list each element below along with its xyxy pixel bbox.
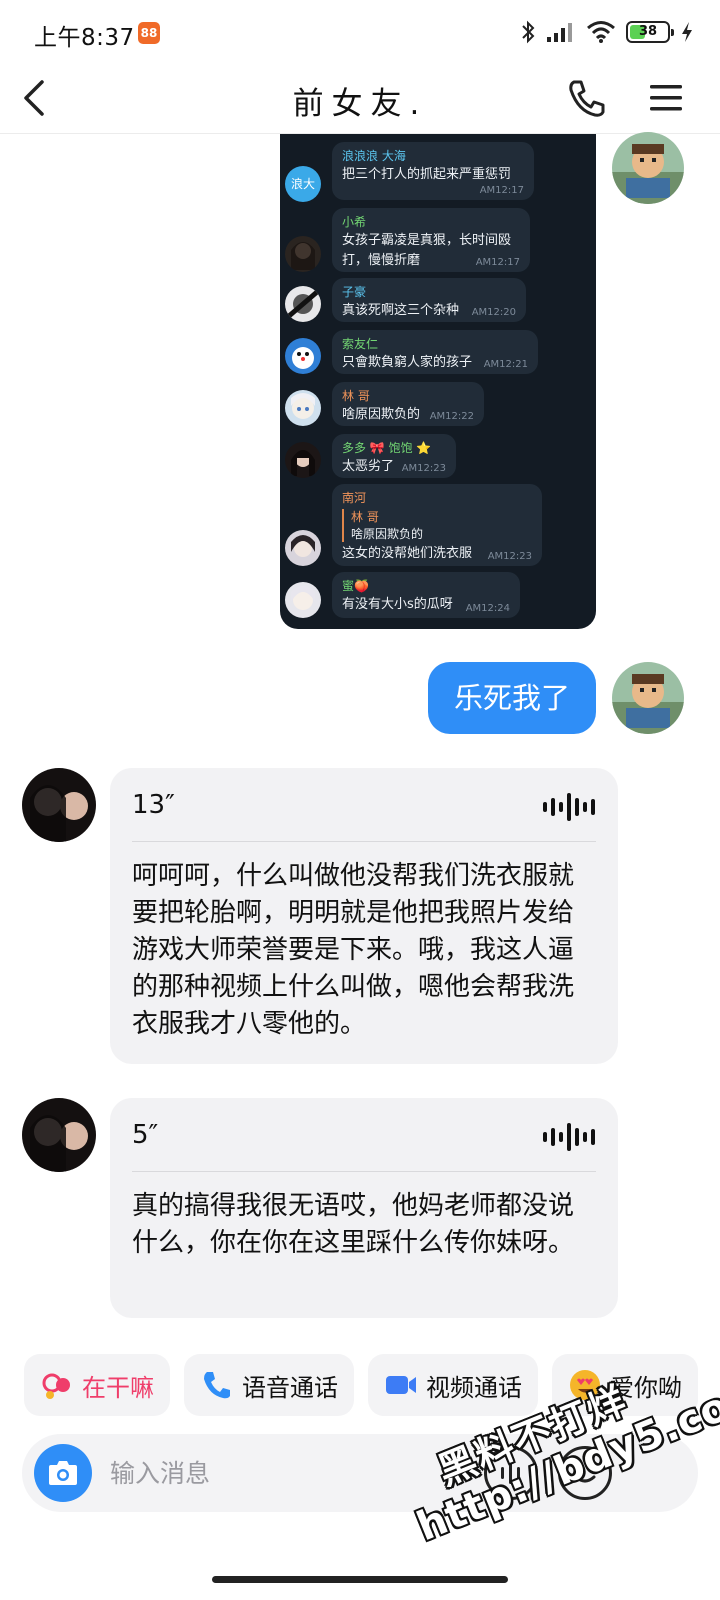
message-input[interactable] — [110, 1453, 450, 1493]
screenshot-sender: 林 哥 — [342, 389, 370, 403]
quick-action-label: 爱你呦 — [610, 1373, 682, 1402]
smile-icon — [574, 1466, 596, 1483]
screenshot-time: AM12:21 — [483, 359, 528, 370]
screenshot-avatar — [285, 390, 321, 426]
app-notification-icon: 88 — [138, 22, 160, 44]
screenshot-bubble: 索友仁 只會欺負窮人家的孩子 AM12:21 — [332, 330, 538, 374]
phone-icon — [204, 1372, 230, 1399]
my-avatar[interactable] — [612, 132, 684, 204]
status-time: 上午8:37 — [34, 25, 135, 51]
wifi-icon — [587, 21, 615, 43]
screenshot-time: AM12:23 — [487, 551, 532, 562]
quick-actions-bar: 在干嘛 语音通话 视频通话 爱你呦 — [24, 1354, 698, 1416]
avatar-image — [22, 1098, 96, 1172]
screenshot-avatar — [285, 442, 321, 478]
screenshot-avatar: 浪大 — [285, 166, 321, 202]
screenshot-bubble: 小希 女孩子霸凌是真狠，长时间殴 打，慢慢折磨 AM12:17 — [332, 208, 530, 272]
voice-waveform-icon — [543, 793, 595, 821]
heart-eyes-emoji-icon — [570, 1370, 600, 1400]
quick-action-label: 语音通话 — [242, 1373, 338, 1402]
menu-button[interactable] — [646, 78, 686, 118]
quick-action-video-call[interactable]: 视频通话 — [368, 1354, 538, 1416]
screenshot-time: AM12:17 — [479, 185, 524, 196]
screenshot-time: AM12:20 — [471, 307, 516, 318]
camera-button[interactable] — [34, 1444, 92, 1502]
screenshot-sender: 索友仁 — [342, 337, 379, 351]
quick-action-label: 视频通话 — [426, 1373, 522, 1402]
screenshot-sender: 南河 — [342, 491, 367, 505]
screenshot-avatar — [285, 286, 321, 322]
screenshot-avatar — [285, 236, 321, 272]
contact-avatar[interactable] — [22, 1098, 96, 1172]
chat-title: 前女友. — [292, 86, 428, 122]
message-input-bar — [22, 1434, 698, 1512]
hamburger-menu-icon — [650, 85, 682, 111]
battery-percent: 38 — [638, 24, 658, 39]
image-message[interactable]: 浪大 浪浪浪 大海 把三个打人的抓起来严重惩罚 AM12:17 小希 女孩子霸凌… — [280, 134, 596, 629]
voice-message-bubble[interactable]: 5″ 真的搞得我很无语哎，他妈老师都没说什么，你在你在这里踩什么传你妹呀。 — [110, 1098, 618, 1318]
screenshot-sender: 浪浪浪 大海 — [342, 149, 406, 163]
quote-sender: 林 哥 — [351, 510, 379, 524]
screenshot-sender: 子豪 — [342, 285, 367, 299]
voice-waveform-icon — [543, 1123, 595, 1151]
screenshot-bubble: 林 哥 啥原因欺负的 AM12:22 — [332, 382, 484, 426]
chat-header: 前女友. — [0, 62, 720, 134]
voice-input-button[interactable] — [484, 1446, 538, 1500]
emoji-button[interactable] — [558, 1446, 612, 1500]
quick-action-label: 在干嘛 — [82, 1373, 154, 1402]
screenshot-time: AM12:22 — [429, 411, 474, 422]
voice-message-header: 5″ — [132, 1098, 596, 1172]
screenshot-sender: 小希 — [342, 215, 367, 229]
screenshot-avatar — [285, 530, 321, 566]
signal-icon — [547, 23, 572, 42]
voice-call-button[interactable] — [566, 76, 606, 120]
avatar-image — [612, 132, 684, 204]
screenshot-avatar — [285, 582, 321, 618]
status-icons: 38 — [520, 18, 694, 46]
screenshot-bubble: 蜜🍑 有没有大小s的瓜呀 AM12:24 — [332, 572, 520, 618]
screenshot-time: AM12:23 — [401, 463, 446, 474]
heart-chat-icon — [42, 1373, 70, 1399]
voice-duration: 13″ — [132, 790, 175, 820]
voice-message-header: 13″ — [132, 768, 596, 842]
voice-transcript: 呵呵呵，什么叫做他没帮我们洗衣服就要把轮胎啊，明明就是他把我照片发给游戏大师荣誉… — [132, 861, 575, 1039]
screenshot-sender: 多多 🎀 饱饱 ⭐ — [342, 441, 432, 455]
charging-icon — [682, 22, 692, 42]
quote-text: 啥原因欺负的 — [351, 527, 424, 541]
home-indicator[interactable] — [212, 1576, 508, 1583]
avatar-image — [612, 662, 684, 734]
screenshot-bubble: 南河 林 哥 啥原因欺负的 这女的没帮她们洗衣服 AM12:23 — [332, 484, 542, 566]
quick-action-what-doing[interactable]: 在干嘛 — [24, 1354, 170, 1416]
voice-message-bubble[interactable]: 13″ 呵呵呵，什么叫做他没帮我们洗衣服就要把轮胎啊，明明就是他把我照片发给游戏… — [110, 768, 618, 1064]
screenshot-time: AM12:24 — [465, 603, 510, 614]
screenshot-quote: 林 哥 啥原因欺负的 — [342, 509, 532, 542]
phone-icon — [569, 80, 605, 117]
quick-action-voice-call[interactable]: 语音通话 — [184, 1354, 354, 1416]
camera-icon — [49, 1461, 77, 1485]
screenshot-bubble: 浪浪浪 大海 把三个打人的抓起来严重惩罚 AM12:17 — [332, 142, 534, 200]
screenshot-avatar — [285, 338, 321, 374]
my-avatar[interactable] — [612, 662, 684, 734]
voice-transcript: 真的搞得我很无语哎，他妈老师都没说什么，你在你在这里踩什么传你妹呀。 — [132, 1191, 575, 1258]
screenshot-bubble: 多多 🎀 饱饱 ⭐ 太恶劣了 AM12:23 — [332, 434, 456, 478]
screenshot-text: 把三个打人的抓起来严重惩罚 — [342, 167, 512, 182]
video-icon — [386, 1376, 416, 1394]
voice-duration: 5″ — [132, 1120, 159, 1150]
quick-action-love-you[interactable]: 爱你呦 — [552, 1354, 698, 1416]
screenshot-bubble: 子豪 真该死啊这三个杂种 AM12:20 — [332, 278, 526, 322]
bluetooth-icon — [522, 20, 535, 44]
my-message-bubble[interactable]: 乐死我了 — [428, 662, 596, 734]
voice-wave-icon — [501, 1462, 520, 1484]
screenshot-sender: 蜜🍑 — [342, 579, 369, 593]
contact-avatar[interactable] — [22, 768, 96, 842]
avatar-image — [22, 768, 96, 842]
screenshot-time: AM12:17 — [475, 257, 520, 268]
status-bar: 上午8:37 88 38 — [0, 0, 720, 62]
battery-icon: 38 — [626, 21, 674, 43]
